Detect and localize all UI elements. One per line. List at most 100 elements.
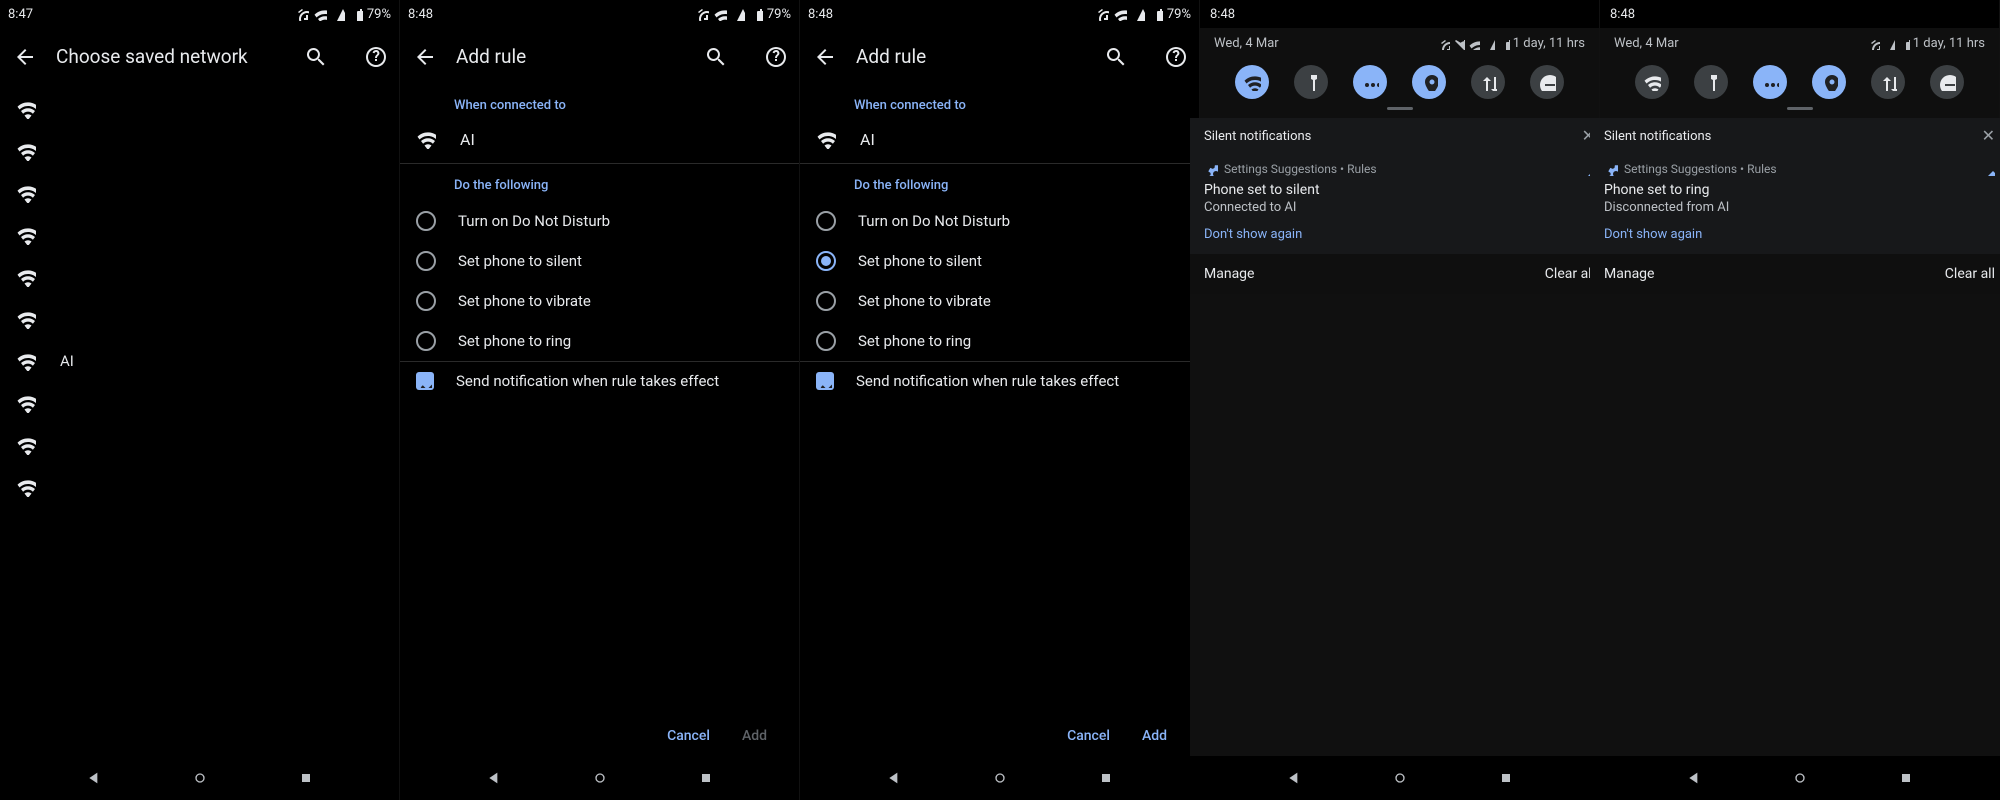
nav-recents-icon[interactable] xyxy=(698,770,714,786)
nav-back-icon[interactable] xyxy=(1286,770,1302,786)
nav-recents-icon[interactable] xyxy=(1498,770,1514,786)
qs-tile-data[interactable] xyxy=(1471,65,1505,99)
search-button[interactable] xyxy=(303,44,327,68)
nav-home-icon[interactable] xyxy=(192,770,208,786)
signal-icon xyxy=(1483,38,1495,50)
network-row[interactable] xyxy=(0,214,399,256)
qs-tile-data[interactable] xyxy=(1871,65,1905,99)
qs-tile-dnd[interactable] xyxy=(1530,65,1564,99)
qs-tile-dnd[interactable] xyxy=(1930,65,1964,99)
page-title: Choose saved network xyxy=(56,45,283,68)
search-button[interactable] xyxy=(1103,44,1127,68)
alarm-icon xyxy=(695,7,709,21)
nav-home-icon[interactable] xyxy=(992,770,1008,786)
nav-back-icon[interactable] xyxy=(486,770,502,786)
clear-all-button[interactable]: Clear all xyxy=(1945,266,1995,282)
network-row[interactable] xyxy=(0,88,399,130)
battery-icon xyxy=(1149,7,1163,21)
cancel-button[interactable]: Cancel xyxy=(1067,728,1110,744)
qs-tile-more[interactable] xyxy=(1353,65,1387,99)
status-bar: 8:48 79% xyxy=(400,0,799,28)
rule-option[interactable]: Turn on Do Not Disturb xyxy=(400,201,799,241)
notification-action-dont-show[interactable]: Don't show again xyxy=(1604,227,1995,242)
section-do-header: Do the following xyxy=(400,164,799,201)
manage-button[interactable]: Manage xyxy=(1204,266,1254,282)
rule-option-label: Set phone to silent xyxy=(858,252,982,270)
condition-row[interactable]: AI xyxy=(400,121,799,163)
nav-back-icon[interactable] xyxy=(86,770,102,786)
qs-tile-more[interactable] xyxy=(1753,65,1787,99)
notification-action-dont-show[interactable]: Don't show again xyxy=(1204,227,1595,242)
rule-option-label: Set phone to silent xyxy=(458,252,582,270)
back-button[interactable] xyxy=(12,44,36,68)
qs-tile-location[interactable] xyxy=(1812,65,1846,99)
clear-all-button[interactable]: Clear all xyxy=(1545,266,1595,282)
cancel-button[interactable]: Cancel xyxy=(667,728,710,744)
nav-recents-icon[interactable] xyxy=(1898,770,1914,786)
nav-recents-icon[interactable] xyxy=(1098,770,1114,786)
network-row[interactable] xyxy=(0,382,399,424)
qs-tile-wifi[interactable] xyxy=(1635,65,1669,99)
rule-option-label: Set phone to ring xyxy=(858,332,971,350)
notification-subtitle: Connected to AI xyxy=(1204,200,1595,215)
network-row[interactable] xyxy=(0,172,399,214)
battery-icon xyxy=(1898,38,1910,50)
silent-section-header: Silent notifications ✕ xyxy=(1590,118,2000,154)
network-row[interactable] xyxy=(0,130,399,172)
section-when-header: When connected to xyxy=(800,84,1199,121)
qs-tile-location[interactable] xyxy=(1412,65,1446,99)
add-button[interactable]: Add xyxy=(1142,728,1167,744)
status-bar: 8:47 79% xyxy=(0,0,399,28)
chevron-up-icon[interactable] xyxy=(1981,162,1995,176)
status-bar: 8:48 xyxy=(1200,0,1599,28)
nav-back-icon[interactable] xyxy=(886,770,902,786)
notification-footer: Manage Clear all xyxy=(1190,254,1609,294)
nav-home-icon[interactable] xyxy=(1792,770,1808,786)
qs-expand-handle[interactable] xyxy=(1787,107,1813,110)
search-button[interactable] xyxy=(703,44,727,68)
network-row[interactable] xyxy=(0,256,399,298)
rule-option[interactable]: Set phone to ring xyxy=(400,321,799,361)
notification-card[interactable]: Settings Suggestions • Rules Phone set t… xyxy=(1190,154,1609,254)
dialog-actions: Cancel Add xyxy=(400,716,799,756)
section-do-header: Do the following xyxy=(800,164,1199,201)
status-bar: 8:48 79% xyxy=(800,0,1199,28)
silent-section-close[interactable]: ✕ xyxy=(1982,128,1995,144)
page-title: Add rule xyxy=(856,45,1083,68)
qs-tile-flashlight[interactable] xyxy=(1294,65,1328,99)
quick-settings: Wed, 4 Mar 1 day, 11 hrs xyxy=(1200,28,1599,118)
rule-option[interactable]: Set phone to silent xyxy=(400,241,799,281)
qs-tile-flashlight[interactable] xyxy=(1694,65,1728,99)
manage-button[interactable]: Manage xyxy=(1604,266,1654,282)
qs-expand-handle[interactable] xyxy=(1387,107,1413,110)
notify-toggle-row[interactable]: Send notification when rule takes effect xyxy=(800,362,1199,400)
battery-remaining: 1 day, 11 hrs xyxy=(1513,36,1585,51)
rule-option[interactable]: Set phone to vibrate xyxy=(800,281,1199,321)
network-row[interactable]: AI xyxy=(0,340,399,382)
notification-title: Phone set to ring xyxy=(1604,182,1995,198)
silent-section-title: Silent notifications xyxy=(1204,129,1311,144)
notification-card[interactable]: Settings Suggestions • Rules Phone set t… xyxy=(1590,154,2000,254)
network-row[interactable] xyxy=(0,424,399,466)
nav-home-icon[interactable] xyxy=(1392,770,1408,786)
back-button[interactable] xyxy=(412,44,436,68)
help-button[interactable] xyxy=(363,44,387,68)
rule-option[interactable]: Set phone to vibrate xyxy=(400,281,799,321)
network-row[interactable] xyxy=(0,298,399,340)
rule-option[interactable]: Set phone to ring xyxy=(800,321,1199,361)
nav-home-icon[interactable] xyxy=(592,770,608,786)
screen-choose-network: 8:47 79% Choose saved network AI xyxy=(0,0,400,800)
qs-tile-wifi[interactable] xyxy=(1235,65,1269,99)
rule-option[interactable]: Turn on Do Not Disturb xyxy=(800,201,1199,241)
nav-recents-icon[interactable] xyxy=(298,770,314,786)
help-button[interactable] xyxy=(1163,44,1187,68)
nav-back-icon[interactable] xyxy=(1686,770,1702,786)
alarm-icon xyxy=(1868,38,1880,50)
rule-option[interactable]: Set phone to silent xyxy=(800,241,1199,281)
back-button[interactable] xyxy=(812,44,836,68)
battery-pct: 79% xyxy=(1167,7,1191,22)
notify-toggle-row[interactable]: Send notification when rule takes effect xyxy=(400,362,799,400)
help-button[interactable] xyxy=(763,44,787,68)
condition-row[interactable]: AI xyxy=(800,121,1199,163)
network-row[interactable] xyxy=(0,466,399,508)
